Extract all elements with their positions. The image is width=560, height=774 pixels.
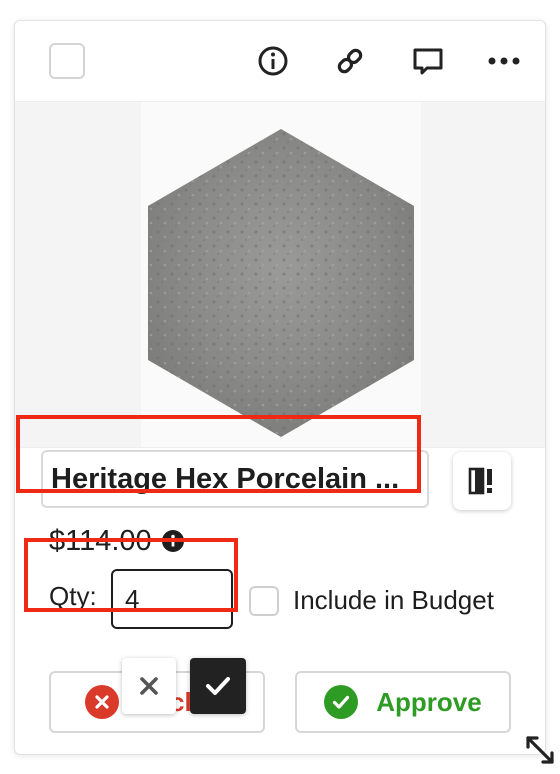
- select-checkbox[interactable]: [49, 43, 85, 79]
- confirm-qty-button[interactable]: [190, 658, 246, 714]
- include-budget-label: Include in Budget: [293, 585, 494, 615]
- approve-button[interactable]: Approve: [295, 671, 511, 733]
- check-icon: [206, 677, 230, 695]
- comment-icon[interactable]: [410, 43, 446, 79]
- link-icon[interactable]: [332, 43, 368, 79]
- card-toolbar: [15, 21, 545, 101]
- spec-sheet-button[interactable]: [453, 452, 511, 510]
- product-card: Heritage Hex Porcelain ... $114.00 Qty: …: [14, 20, 546, 755]
- cancel-qty-button[interactable]: [122, 658, 176, 714]
- approve-icon: [324, 685, 359, 719]
- info-icon[interactable]: [255, 43, 291, 79]
- product-image-area: [15, 101, 545, 448]
- qty-highlight-annotation: [24, 538, 238, 612]
- close-icon: [140, 677, 158, 695]
- product-image[interactable]: [141, 102, 421, 447]
- include-budget-checkbox[interactable]: [249, 586, 279, 616]
- decline-icon: [84, 685, 119, 719]
- spec-sheet-icon: [468, 467, 492, 495]
- name-highlight-annotation: [16, 415, 421, 493]
- more-icon[interactable]: [486, 43, 522, 79]
- approve-label: Approve: [376, 686, 482, 717]
- resize-icon: [526, 736, 554, 764]
- resize-handle[interactable]: [524, 734, 556, 766]
